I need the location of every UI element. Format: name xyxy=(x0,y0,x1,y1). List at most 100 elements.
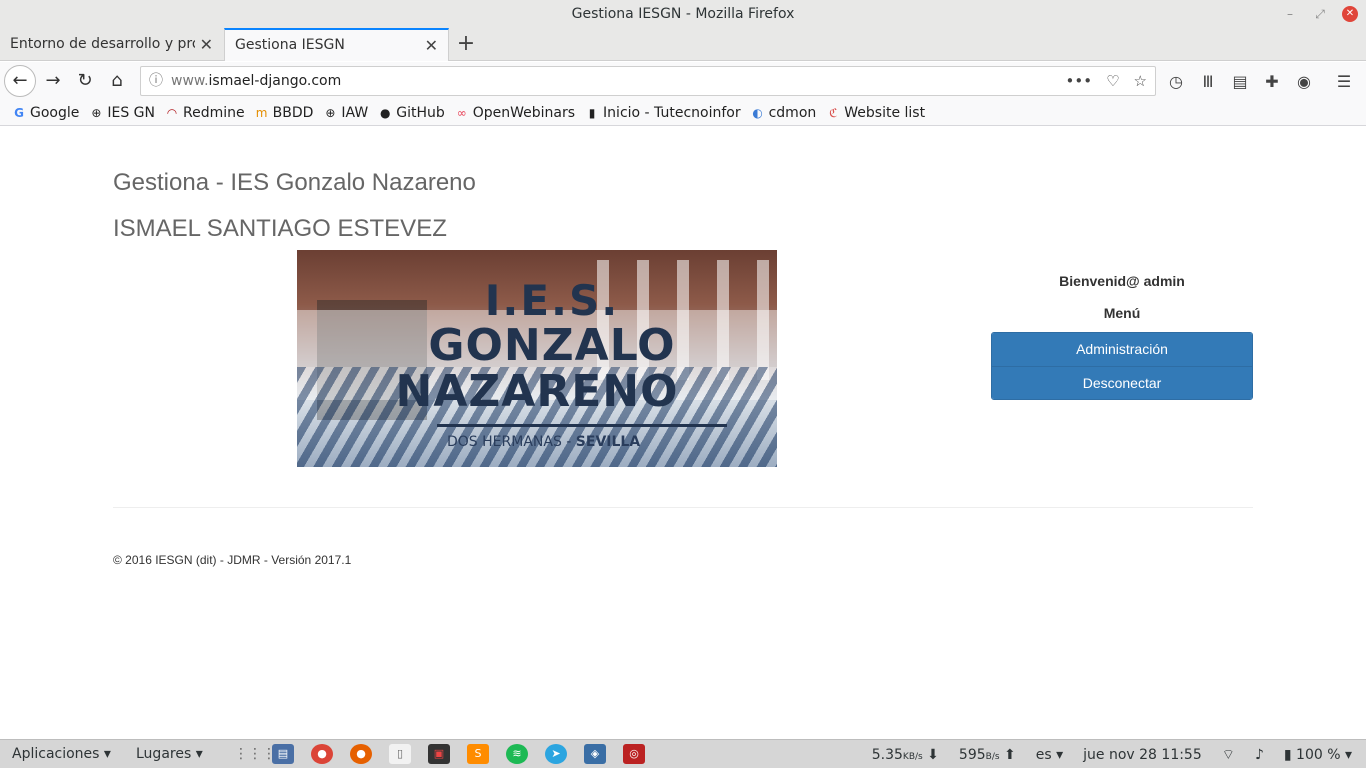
site-title: Gestiona - IES Gonzalo Nazareno xyxy=(113,169,476,196)
redmine-icon: ◠ xyxy=(166,105,178,120)
banner-line-nazareno: NAZARENO xyxy=(395,366,679,417)
clock[interactable]: jue nov 28 11:55 xyxy=(1083,747,1202,763)
battery-icon: ▮ xyxy=(1283,746,1292,763)
sublime-icon[interactable]: S xyxy=(467,744,489,764)
chrome-icon[interactable]: ● xyxy=(311,744,333,764)
history-icon[interactable]: ◷ xyxy=(1166,72,1186,91)
nav-toolbar: ← → ↻ ⌂ ⓘ www.ismael-django.com ••• ♡ ☆ … xyxy=(0,62,1366,100)
google-icon: G xyxy=(14,105,24,120)
places-menu[interactable]: Lugares ▾ xyxy=(136,740,203,769)
window-titlebar: Gestiona IESGN - Mozilla Firefox – ⤢ ✕ xyxy=(0,0,1366,28)
tab-label: Gestiona IESGN xyxy=(235,37,345,53)
home-icon[interactable]: ⌂ xyxy=(102,66,132,96)
url-bar[interactable]: ⓘ www.ismael-django.com ••• ♡ ☆ xyxy=(140,66,1156,96)
bookmark-tutecnoinfor[interactable]: ▮ Inicio - Tutecnoinfor xyxy=(585,105,741,121)
keyboard-layout[interactable]: es ▾ xyxy=(1036,747,1063,763)
pocket-icon[interactable]: ♡ xyxy=(1106,72,1119,90)
banner-line-gonzalo: GONZALO xyxy=(428,320,676,371)
bbdd-icon: m xyxy=(255,105,268,120)
tab-close-icon[interactable]: ✕ xyxy=(425,30,438,61)
bookmark-label: IAW xyxy=(341,104,369,121)
firefox-icon[interactable]: ● xyxy=(350,744,372,764)
panel-status: 5.35KB/s ⬇ 595B/s ⬆ es ▾ jue nov 28 11:5… xyxy=(872,740,1352,769)
sidebar-icon[interactable]: ▤ xyxy=(1230,72,1250,91)
site-info-icon[interactable]: ⓘ xyxy=(149,67,163,95)
bookmarks-toolbar: G Google ⊕ IES GN ◠ Redmine m BBDD ⊕ IAW ● Git… xyxy=(0,100,1366,126)
url-actions: ••• ♡ ☆ xyxy=(1066,67,1147,95)
desktop-panel: Aplicaciones ▾ Lugares ▾ ⋮⋮⋮ ▤ ● ● ▯ ▣ S… xyxy=(0,739,1366,768)
close-window-icon[interactable]: ✕ xyxy=(1342,6,1358,22)
bookmark-label: Inicio - Tutecnoinfor xyxy=(603,104,741,121)
school-banner-image: I.E.S. GONZALO NAZARENO DOS HERMANAS - S… xyxy=(297,250,777,467)
book-icon: ▮ xyxy=(588,105,596,120)
bookmark-website-list[interactable]: ℭ Website list xyxy=(826,105,925,121)
bookmark-bbdd[interactable]: m BBDD xyxy=(255,105,314,121)
tab-gestiona[interactable]: Gestiona IESGN ✕ xyxy=(224,28,449,61)
banner-line-ies: I.E.S. xyxy=(484,276,620,325)
openwebinars-icon: ∞ xyxy=(456,105,467,120)
tab-entorno[interactable]: Entorno de desarrollo y prod ✕ xyxy=(0,28,223,61)
net-up-rate: 595B/s ⬆ xyxy=(958,746,1016,763)
bookmark-ies-gn[interactable]: ⊕ IES GN xyxy=(89,105,155,121)
library-icon[interactable]: Ⅲ xyxy=(1198,72,1218,91)
applications-menu[interactable]: Aplicaciones ▾ xyxy=(12,740,111,769)
footer-divider xyxy=(113,507,1253,508)
account-icon[interactable]: ◉ xyxy=(1294,72,1314,91)
url-domain: ismael-django.com xyxy=(208,73,342,89)
welcome-text: Bienvenid@ admin xyxy=(1059,273,1185,289)
page-content: Gestiona - IES Gonzalo Nazareno ISMAEL S… xyxy=(0,127,1366,739)
maximize-icon[interactable]: ⤢ xyxy=(1312,6,1328,22)
window-title: Gestiona IESGN - Mozilla Firefox xyxy=(571,6,795,22)
telegram-icon[interactable]: ➤ xyxy=(545,744,567,764)
hamburger-menu-icon[interactable]: ☰ xyxy=(1334,72,1354,91)
bookmark-label: Redmine xyxy=(183,104,245,121)
net-down-rate: 5.35KB/s ⬇ xyxy=(871,746,939,763)
bookmark-label: OpenWebinars xyxy=(472,104,576,121)
bookmark-google[interactable]: G Google xyxy=(12,105,79,121)
tab-label: Entorno de desarrollo y prod xyxy=(10,36,195,52)
bookmark-star-icon[interactable]: ☆ xyxy=(1134,72,1147,90)
url-text[interactable]: www.ismael-django.com xyxy=(171,67,341,95)
wifi-icon[interactable]: ⌔ xyxy=(1222,746,1235,764)
globe-icon: ⊕ xyxy=(91,105,102,120)
bookmark-openwebinars[interactable]: ∞ OpenWebinars xyxy=(455,105,575,121)
extensions-icon[interactable]: ✚ xyxy=(1262,72,1282,91)
bookmark-label: Google xyxy=(30,104,80,121)
github-icon: ● xyxy=(379,105,391,120)
workspace-grid-icon[interactable]: ⋮⋮⋮ xyxy=(234,740,276,769)
volume-icon[interactable]: ♪ xyxy=(1255,747,1264,763)
tab-close-icon[interactable]: ✕ xyxy=(200,28,213,61)
bookmark-redmine[interactable]: ◠ Redmine xyxy=(165,105,245,121)
screenshot-icon[interactable]: ◎ xyxy=(623,744,645,764)
sidebar: Bienvenid@ admin Menú Administración Des… xyxy=(991,267,1253,400)
menu-title: Menú xyxy=(1103,305,1141,321)
bookmark-iaw[interactable]: ⊕ IAW xyxy=(323,105,368,121)
text-editor-icon[interactable]: ▯ xyxy=(389,744,411,764)
reload-icon[interactable]: ↻ xyxy=(70,66,100,96)
back-icon[interactable]: ← xyxy=(4,65,36,97)
menu-item-administracion[interactable]: Administración xyxy=(992,333,1252,366)
files-icon[interactable]: ▤ xyxy=(272,744,294,764)
forward-icon[interactable]: → xyxy=(38,66,68,96)
toolbar-right: ◷ Ⅲ ▤ ✚ ◉ ☰ xyxy=(1166,66,1354,96)
spotify-icon[interactable]: ≋ xyxy=(506,744,528,764)
virtualbox-icon[interactable]: ◈ xyxy=(584,744,606,764)
minimize-icon[interactable]: – xyxy=(1282,6,1298,22)
launcher-bar: ▤ ● ● ▯ ▣ S ≋ ➤ ◈ ◎ xyxy=(272,744,645,764)
bookmark-label: BBDD xyxy=(272,104,314,121)
bookmark-cdmon[interactable]: ◐ cdmon xyxy=(751,105,816,121)
new-tab-icon[interactable]: + xyxy=(455,28,477,61)
bookmark-label: GitHub xyxy=(396,104,445,121)
bookmark-github[interactable]: ● GitHub xyxy=(378,105,445,121)
tab-bar: Entorno de desarrollo y prod ✕ Gestiona … xyxy=(0,28,1366,61)
menu-item-desconectar[interactable]: Desconectar xyxy=(992,366,1252,399)
footer-text: © 2016 IESGN (dit) - JDMR - Versión 2017… xyxy=(113,553,352,567)
url-prefix: www. xyxy=(171,73,209,89)
terminal-icon[interactable]: ▣ xyxy=(428,744,450,764)
cdmon-icon: ◐ xyxy=(752,105,763,120)
battery-indicator[interactable]: ▮ 100 % ▾ xyxy=(1284,747,1352,763)
user-name-heading: ISMAEL SANTIAGO ESTEVEZ xyxy=(113,215,447,242)
page-actions-icon[interactable]: ••• xyxy=(1066,72,1093,90)
banner-subtitle: DOS HERMANAS - SEVILLA xyxy=(447,434,641,450)
menu-list: Administración Desconectar xyxy=(991,332,1253,400)
